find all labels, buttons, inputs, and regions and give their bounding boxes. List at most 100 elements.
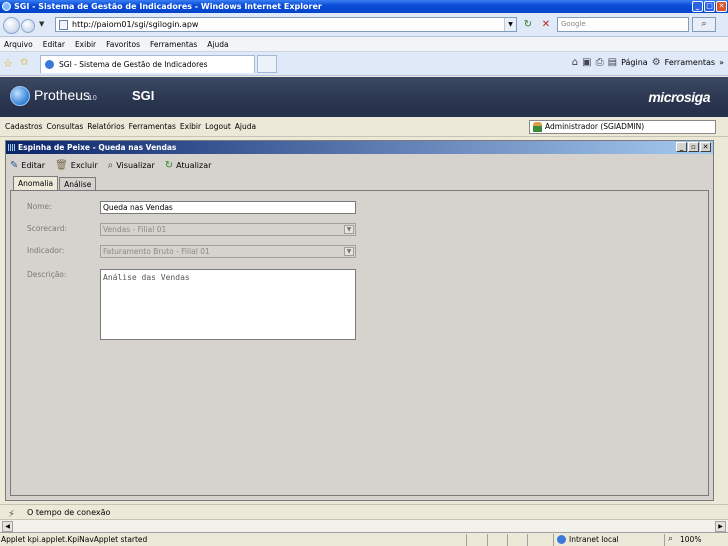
menu-favoritos[interactable]: Favoritos: [106, 40, 140, 49]
status-divider: [664, 534, 665, 546]
indicator-label: Indicador:: [27, 246, 65, 255]
zoom-level: 100%: [680, 535, 702, 544]
add-favorite-icon[interactable]: ✩: [20, 57, 28, 68]
indicator-dropdown-icon: ▼: [344, 247, 354, 256]
app-header: Protheus 10 SGI microsiga: [0, 77, 728, 117]
browser-tab[interactable]: SGI - Sistema de Gestão de Indicadores: [40, 55, 255, 73]
address-dropdown-icon[interactable]: ▼: [504, 18, 516, 31]
pencil-icon: ✎: [10, 159, 19, 171]
history-dropdown-icon[interactable]: ▼: [39, 20, 44, 28]
internal-window-titlebar: Espinha de Peixe - Queda nas Vendas _ ▫ …: [6, 141, 713, 154]
close-button[interactable]: ✕: [716, 1, 727, 12]
app-menu-ferramentas[interactable]: Ferramentas: [129, 122, 176, 131]
new-tab-button[interactable]: [257, 55, 277, 73]
internal-maximize-button[interactable]: ▫: [688, 142, 699, 152]
window-controls: _ □ ✕: [692, 1, 727, 12]
connection-status-bar: ⚡ O tempo de conexão: [0, 504, 728, 520]
user-badge: Administrador (SGIADMIN): [529, 120, 716, 134]
indicator-value: Faturamento Bruto - Filial 01: [103, 247, 210, 256]
status-divider: [487, 534, 488, 546]
tab-analise[interactable]: Análise: [59, 177, 97, 191]
menu-editar[interactable]: Editar: [43, 40, 65, 49]
menu-exibir[interactable]: Exibir: [75, 40, 96, 49]
horizontal-scrollbar[interactable]: ◀ ▶: [0, 519, 728, 532]
address-input[interactable]: http://paiom01/sgi/sgilogin.apw: [72, 20, 198, 29]
edit-label: Editar: [21, 160, 46, 170]
description-value: Análise das Vendas: [103, 273, 190, 282]
grip-icon: [8, 144, 15, 151]
user-icon: [533, 122, 542, 132]
refresh-icon[interactable]: ↻: [521, 18, 535, 31]
user-name: Administrador (SGIADMIN): [545, 122, 645, 131]
internal-window-title: Espinha de Peixe - Queda nas Vendas: [18, 143, 177, 152]
feeds-icon[interactable]: ▣: [582, 57, 591, 68]
delete-button[interactable]: 🗑 Excluir: [55, 160, 98, 171]
favorites-star-icon[interactable]: ☆: [3, 57, 13, 70]
vendor-logo: microsiga: [648, 89, 710, 105]
tab-page-icon: [45, 60, 54, 69]
stop-icon[interactable]: ✕: [540, 18, 552, 31]
command-bar: ⌂ ▣ ⎙ ▤ Página ⚙ Ferramentas »: [572, 57, 724, 68]
brand-version: 10: [88, 94, 97, 102]
frame-toolbar: ✎ Editar 🗑 Excluir ⌕ Visualizar ↻ Atuali…: [10, 158, 211, 172]
app-menu-ajuda[interactable]: Ajuda: [235, 122, 256, 131]
menu-ajuda[interactable]: Ajuda: [207, 40, 228, 49]
tools-gear-icon: ⚙: [651, 57, 661, 68]
app-menubar: Cadastros Consultas Relatórios Ferrament…: [0, 117, 728, 137]
scroll-left-icon[interactable]: ◀: [2, 521, 13, 532]
forward-button[interactable]: [21, 19, 35, 33]
edit-button[interactable]: ✎ Editar: [10, 160, 45, 171]
tools-menu[interactable]: Ferramentas: [665, 58, 715, 67]
search-input[interactable]: Google: [557, 17, 689, 32]
menu-arquivo[interactable]: Arquivo: [4, 40, 33, 49]
app-menu-consultas[interactable]: Consultas: [46, 122, 83, 131]
trash-icon: 🗑: [55, 159, 68, 171]
view-button[interactable]: ⌕ Visualizar: [108, 160, 155, 171]
page-icon: [59, 20, 68, 30]
status-divider: [553, 534, 554, 546]
app-menu-relatorios[interactable]: Relatórios: [87, 122, 124, 131]
tab-anomalia[interactable]: Anomalia: [13, 176, 59, 191]
name-value: Queda nas Vendas: [103, 203, 173, 212]
search-icon[interactable]: ⌕: [692, 17, 716, 32]
module-name: SGI: [132, 88, 155, 103]
ie-app-icon: [2, 2, 11, 11]
internal-window-controls: _ ▫ ✕: [676, 142, 711, 152]
zoom-icon: ⌕: [668, 534, 674, 544]
scorecard-dropdown-icon: ▼: [344, 225, 354, 234]
indicator-select: Faturamento Bruto - Filial 01 ▼: [100, 245, 356, 258]
minimize-button[interactable]: _: [692, 1, 703, 12]
page-menu[interactable]: Página: [621, 58, 648, 67]
scroll-right-icon[interactable]: ▶: [715, 521, 726, 532]
zoom-control[interactable]: ⌕ 100%: [668, 533, 701, 546]
app-menu-exibir[interactable]: Exibir: [180, 122, 201, 131]
status-divider: [527, 534, 528, 546]
home-icon[interactable]: ⌂: [572, 57, 578, 68]
internal-close-button[interactable]: ✕: [700, 142, 711, 152]
internal-minimize-button[interactable]: _: [676, 142, 687, 152]
name-field[interactable]: Queda nas Vendas: [100, 201, 356, 214]
print-icon[interactable]: ⎙: [596, 57, 604, 68]
view-label: Visualizar: [116, 160, 155, 170]
app-menu-logout[interactable]: Logout: [205, 122, 231, 131]
more-commands[interactable]: »: [719, 58, 724, 67]
magnifier-icon: ⌕: [107, 159, 114, 171]
maximize-button[interactable]: □: [704, 1, 715, 12]
update-label: Atualizar: [176, 160, 212, 170]
delete-label: Excluir: [70, 160, 98, 170]
app-menu-cadastros[interactable]: Cadastros: [5, 122, 42, 131]
description-textarea[interactable]: Análise das Vendas: [100, 269, 356, 340]
address-toolbar: ▼ http://paiom01/sgi/sgilogin.apw ▼ ↻ ✕ …: [0, 13, 728, 37]
brand-name: Protheus: [34, 87, 91, 103]
refresh-arrow-icon: ↻: [164, 159, 174, 171]
globe-icon: [557, 535, 566, 544]
address-bar[interactable]: http://paiom01/sgi/sgilogin.apw ▼: [55, 17, 517, 32]
name-label: Nome:: [27, 202, 52, 211]
browser-status-bar: Applet kpi.applet.KpiNavApplet started I…: [0, 532, 728, 546]
back-button[interactable]: [3, 17, 20, 34]
page-menu-icon: ▤: [607, 57, 618, 68]
security-zone[interactable]: Intranet local: [557, 533, 619, 546]
menu-ferramentas[interactable]: Ferramentas: [150, 40, 197, 49]
protheus-logo-icon: [10, 86, 30, 106]
update-button[interactable]: ↻ Atualizar: [165, 160, 212, 171]
